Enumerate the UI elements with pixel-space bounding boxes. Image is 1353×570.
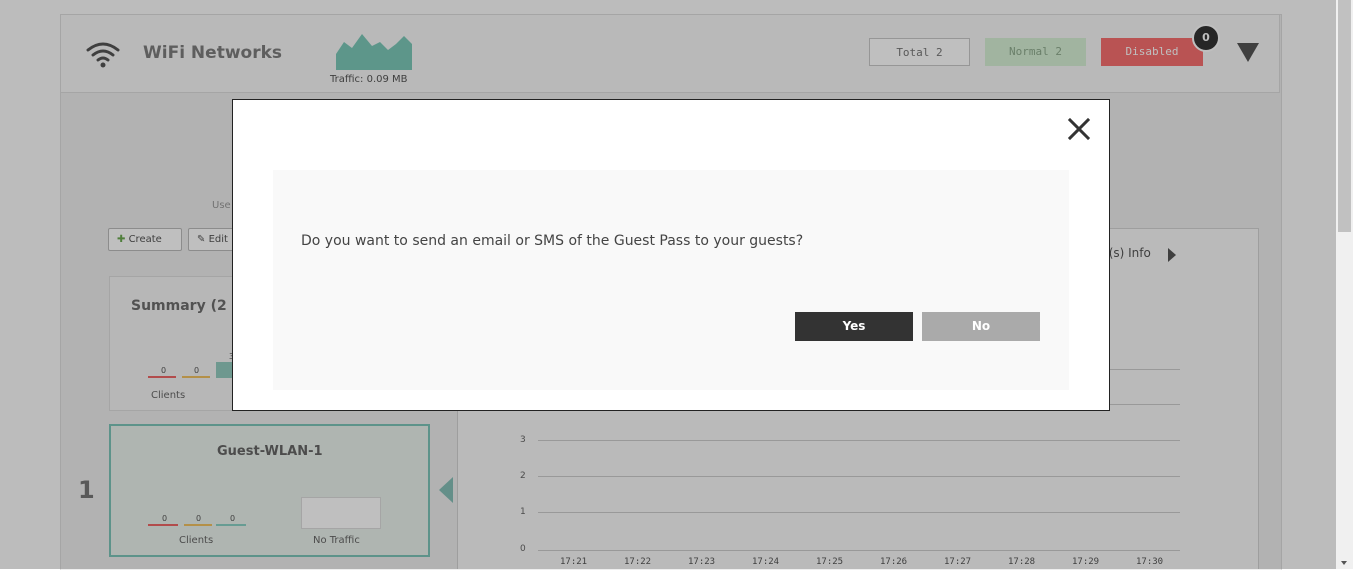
scrollbar-thumb[interactable] [1338,0,1351,232]
dialog-body [273,170,1069,390]
dialog-question: Do you want to send an email or SMS of t… [301,233,804,249]
close-icon[interactable] [1066,116,1092,142]
yes-button[interactable]: Yes [795,312,913,341]
no-button[interactable]: No [922,312,1040,341]
scroll-down-arrow-icon[interactable] [1341,561,1347,565]
